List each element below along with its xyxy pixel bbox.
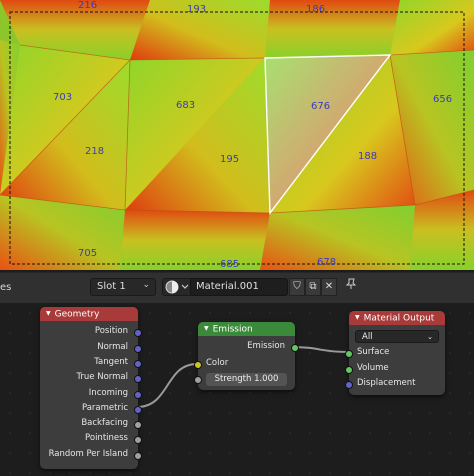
socket-label: Random Per Island bbox=[48, 449, 128, 459]
chevron-down-icon: ⌄ bbox=[427, 333, 433, 341]
target-dropdown[interactable]: All ⌄ bbox=[355, 330, 439, 343]
close-icon[interactable]: ✕ bbox=[321, 278, 337, 296]
tangent-output-socket[interactable] bbox=[134, 360, 142, 368]
node-title: Geometry bbox=[54, 309, 100, 320]
emission-node[interactable]: ▼ Emission Emission Color Strength 1.000 bbox=[194, 322, 299, 390]
emission-node-header[interactable]: ▼ Emission bbox=[198, 322, 295, 336]
face-label: 685 bbox=[220, 259, 239, 270]
socket-label: Emission bbox=[247, 341, 285, 351]
parametric-output-socket[interactable] bbox=[134, 406, 142, 414]
mesh-render: 216 193 186 703 683 676 656 218 195 188 … bbox=[0, 0, 474, 270]
strength-input-socket[interactable] bbox=[194, 376, 202, 384]
face-label: 656 bbox=[433, 94, 452, 105]
slot-label: Slot 1 bbox=[97, 281, 126, 292]
displacement-input-socket[interactable] bbox=[345, 381, 353, 389]
socket-label: Parametric bbox=[81, 403, 128, 413]
strength-field[interactable]: Strength 1.000 bbox=[206, 373, 287, 386]
collapse-icon[interactable]: ▼ bbox=[355, 314, 360, 321]
strength-label: Strength bbox=[214, 374, 252, 384]
material-name: Material.001 bbox=[196, 281, 259, 292]
node-editor-canvas[interactable]: ▼ Geometry Position Normal Tangent True N… bbox=[0, 303, 474, 476]
face-label: 705 bbox=[78, 248, 97, 259]
collapse-icon[interactable]: ▼ bbox=[204, 325, 209, 332]
true-normal-output-socket[interactable] bbox=[134, 375, 142, 383]
face-label: 186 bbox=[306, 4, 325, 15]
node-editor-header: es Slot 1 ⌄ Material.001 ⛉ ⧉ ✕ bbox=[0, 272, 474, 304]
copy-icon[interactable]: ⧉ bbox=[305, 278, 321, 296]
material-output-node[interactable]: ▼ Material Output All ⌄ Surface Volume Di… bbox=[345, 311, 445, 395]
node-title: Emission bbox=[212, 324, 253, 335]
geometry-node[interactable]: ▼ Geometry Position Normal Tangent True N… bbox=[40, 307, 142, 469]
socket-label: Normal bbox=[97, 342, 128, 352]
pin-icon[interactable] bbox=[343, 278, 359, 296]
socket-label: Position bbox=[94, 326, 128, 336]
position-output-socket[interactable] bbox=[134, 329, 142, 337]
emission-output-socket[interactable] bbox=[291, 344, 299, 352]
random-per-island-output-socket[interactable] bbox=[134, 452, 142, 460]
socket-label: Volume bbox=[357, 363, 389, 373]
volume-input-socket[interactable] bbox=[345, 366, 353, 374]
face-label: 676 bbox=[311, 101, 330, 112]
shield-icon[interactable]: ⛉ bbox=[289, 278, 305, 296]
face-label: 193 bbox=[187, 4, 206, 15]
material-name-field[interactable]: Material.001 bbox=[190, 278, 288, 296]
material-sphere-icon bbox=[165, 280, 189, 294]
socket-label: True Normal bbox=[76, 372, 128, 382]
node-title: Material Output bbox=[363, 313, 435, 324]
strength-value: 1.000 bbox=[254, 374, 279, 384]
socket-label: Displacement bbox=[357, 378, 416, 388]
normal-output-socket[interactable] bbox=[134, 345, 142, 353]
socket-label: Tangent bbox=[94, 357, 128, 367]
incoming-output-socket[interactable] bbox=[134, 391, 142, 399]
face-label: 218 bbox=[85, 146, 104, 157]
face-label: 678 bbox=[317, 257, 336, 268]
socket-label: Incoming bbox=[88, 388, 128, 398]
face-label: 195 bbox=[220, 154, 239, 165]
editor-menu-label[interactable]: es bbox=[0, 282, 11, 293]
socket-label: Pointiness bbox=[85, 433, 128, 443]
slot-dropdown[interactable]: Slot 1 ⌄ bbox=[90, 278, 156, 296]
socket-label: Surface bbox=[357, 347, 390, 357]
material-output-node-header[interactable]: ▼ Material Output bbox=[349, 311, 445, 325]
chevron-down-icon: ⌄ bbox=[142, 280, 150, 290]
face-label: 188 bbox=[358, 151, 377, 162]
backfacing-output-socket[interactable] bbox=[134, 421, 142, 429]
face-label: 703 bbox=[53, 92, 72, 103]
socket-label: Backfacing bbox=[81, 418, 128, 428]
color-input-socket[interactable] bbox=[194, 361, 202, 369]
surface-input-socket[interactable] bbox=[345, 350, 353, 358]
socket-label: Color bbox=[206, 358, 229, 368]
collapse-icon[interactable]: ▼ bbox=[46, 310, 51, 317]
face-label: 683 bbox=[176, 100, 195, 111]
face-label: 216 bbox=[78, 0, 97, 11]
pointiness-output-socket[interactable] bbox=[134, 436, 142, 444]
target-value: All bbox=[362, 332, 373, 342]
link-parametric-to-color bbox=[136, 363, 198, 408]
geometry-node-header[interactable]: ▼ Geometry bbox=[40, 307, 138, 321]
3d-viewport[interactable]: 216 193 186 703 683 676 656 218 195 188 … bbox=[0, 0, 474, 270]
